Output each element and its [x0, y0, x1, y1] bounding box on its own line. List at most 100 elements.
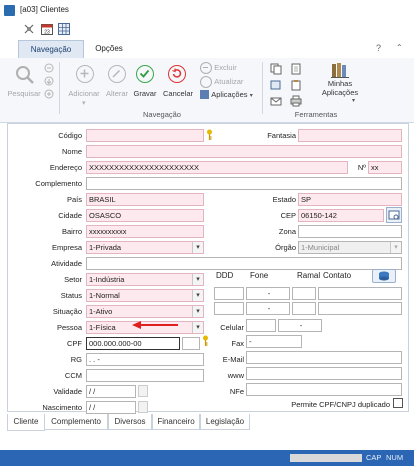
tab-legislacao[interactable]: Legislação	[200, 414, 250, 430]
cpf-label: CPF	[67, 339, 82, 348]
adicionar-button[interactable]	[70, 65, 100, 83]
validade-field[interactable]: / /	[86, 385, 136, 398]
rg-field[interactable]: . . -	[86, 353, 204, 366]
codigo-label: Código	[58, 131, 82, 140]
aplicacoes-menu-button[interactable]: Aplicações ▾	[200, 90, 253, 100]
status-select[interactable]: 1-Normal ▾	[86, 289, 204, 302]
email-icon[interactable]	[270, 95, 282, 109]
nome-field[interactable]	[86, 145, 402, 158]
remove-icon	[200, 62, 212, 74]
adicionar-dropdown-icon[interactable]: ▾	[82, 99, 86, 107]
permite-checkbox[interactable]	[393, 398, 403, 408]
chevron-down-icon[interactable]: ▾	[192, 290, 203, 301]
nfe-label: NFe	[229, 387, 244, 396]
celular-field[interactable]: -	[278, 319, 322, 332]
cancelar-label: Cancelar	[162, 89, 193, 98]
tab-cliente[interactable]: Cliente	[7, 414, 45, 431]
tab-navegacao[interactable]: Navegação	[18, 40, 84, 58]
ccm-field[interactable]	[86, 369, 204, 382]
minhas-dropdown-icon[interactable]: ▾	[352, 97, 355, 104]
document-icon[interactable]	[290, 63, 302, 77]
phone-fone-field[interactable]: -	[246, 302, 290, 315]
phone-col-ramal: Ramal	[297, 271, 321, 280]
gravar-button[interactable]	[134, 65, 156, 83]
adicionar-label: Adicionar	[68, 89, 100, 98]
key-icon[interactable]	[202, 335, 209, 349]
setor-label: Setor	[64, 275, 82, 284]
phone-fone-field[interactable]: -	[246, 287, 290, 300]
clipboard-icon[interactable]	[290, 79, 302, 93]
calendar-picker-icon[interactable]	[138, 385, 148, 397]
empresa-label: Empresa	[51, 243, 82, 252]
phone-ddd-field[interactable]	[214, 287, 244, 300]
celular-ddd-field[interactable]	[246, 319, 276, 332]
bairro-field[interactable]: xxxxxxxxxx	[86, 225, 204, 238]
zona-field[interactable]	[298, 225, 402, 238]
nfe-field[interactable]	[246, 383, 402, 396]
help-icon[interactable]: ?	[376, 43, 381, 53]
phone-ddd-field[interactable]	[214, 302, 244, 315]
phone-ramal-field[interactable]	[292, 302, 316, 315]
pais-field[interactable]: BRASIL	[86, 193, 204, 206]
chevron-down-icon[interactable]: ▾	[192, 274, 203, 285]
nav-first-icon	[44, 63, 54, 75]
copy-icon[interactable]	[270, 63, 282, 77]
setor-value: 1-Indústria	[89, 275, 125, 284]
pessoa-label: Pessoa	[56, 323, 82, 332]
nascimento-field[interactable]: / /	[86, 401, 136, 414]
numero-field[interactable]: xx	[368, 161, 402, 174]
phone-ramal-field[interactable]	[292, 287, 316, 300]
fantasia-field[interactable]	[298, 129, 402, 142]
chevron-down-icon[interactable]: ▾	[192, 306, 203, 317]
setor-select[interactable]: 1-Indústria ▾	[86, 273, 204, 286]
search-icon[interactable]	[14, 64, 36, 86]
endereco-field[interactable]: XXXXXXXXXXXXXXXXXXXXXX	[86, 161, 348, 174]
pesquisar-button[interactable]: Pesquisar	[4, 89, 44, 98]
estado-field[interactable]: SP	[298, 193, 402, 206]
export-icon[interactable]	[270, 79, 282, 93]
situacao-value: 1-Ativo	[89, 307, 113, 316]
key-icon[interactable]	[206, 129, 213, 143]
complemento-field[interactable]	[86, 177, 402, 190]
excluir-label: Excluir	[214, 63, 237, 73]
nascimento-label: Nascimento	[42, 403, 82, 412]
bookshelf-icon	[330, 61, 350, 79]
atividade-field[interactable]	[86, 257, 402, 270]
aplicacoes-label: Aplicações	[211, 90, 248, 99]
cep-lookup-icon[interactable]	[386, 207, 402, 223]
title-bar: [a03] Clientes	[0, 0, 414, 20]
collapse-ribbon-icon[interactable]: ⌃	[396, 43, 403, 52]
cidade-field[interactable]: OSASCO	[86, 209, 204, 222]
tab-financeiro[interactable]: Financeiro	[152, 414, 200, 430]
orgao-select: 1-Municipal ▾	[298, 241, 402, 254]
grid-icon[interactable]	[57, 22, 71, 36]
fax-field[interactable]: -	[246, 335, 302, 348]
phone-contato-field[interactable]	[318, 287, 402, 300]
email-label: E-Mail	[222, 355, 244, 364]
calendar-icon[interactable]: 23	[40, 22, 54, 36]
alterar-button[interactable]	[106, 65, 128, 83]
www-field[interactable]	[246, 367, 402, 380]
pin-icon[interactable]	[22, 22, 36, 36]
phone-contato-field[interactable]	[318, 302, 402, 315]
excluir-button[interactable]: Excluir	[200, 62, 237, 74]
tab-complemento[interactable]: Complemento	[44, 414, 108, 430]
situacao-select[interactable]: 1-Ativo ▾	[86, 305, 204, 318]
calendar-picker-icon[interactable]	[138, 401, 148, 413]
cep-field[interactable]: 06150-142	[298, 209, 384, 222]
codigo-field[interactable]	[86, 129, 204, 142]
chevron-down-icon[interactable]: ▾	[192, 322, 203, 333]
minhas-aplicacoes-button[interactable]: Minhas Aplicações	[318, 61, 362, 97]
phone-db-button[interactable]	[372, 269, 396, 283]
tab-opcoes[interactable]: Opções	[84, 40, 134, 57]
email-field[interactable]	[246, 351, 402, 364]
empresa-select[interactable]: 1-Privada ▾	[86, 241, 204, 254]
print-icon[interactable]	[290, 95, 302, 109]
cancelar-button[interactable]	[166, 65, 188, 83]
tab-diversos[interactable]: Diversos	[108, 414, 152, 430]
cpf-digit-field[interactable]	[182, 337, 200, 350]
cpf-field[interactable]: 000.000.000-00	[86, 337, 180, 350]
atualizar-button[interactable]: Atualizar	[200, 76, 243, 88]
fantasia-label: Fantasia	[267, 131, 296, 140]
chevron-down-icon[interactable]: ▾	[192, 242, 203, 253]
